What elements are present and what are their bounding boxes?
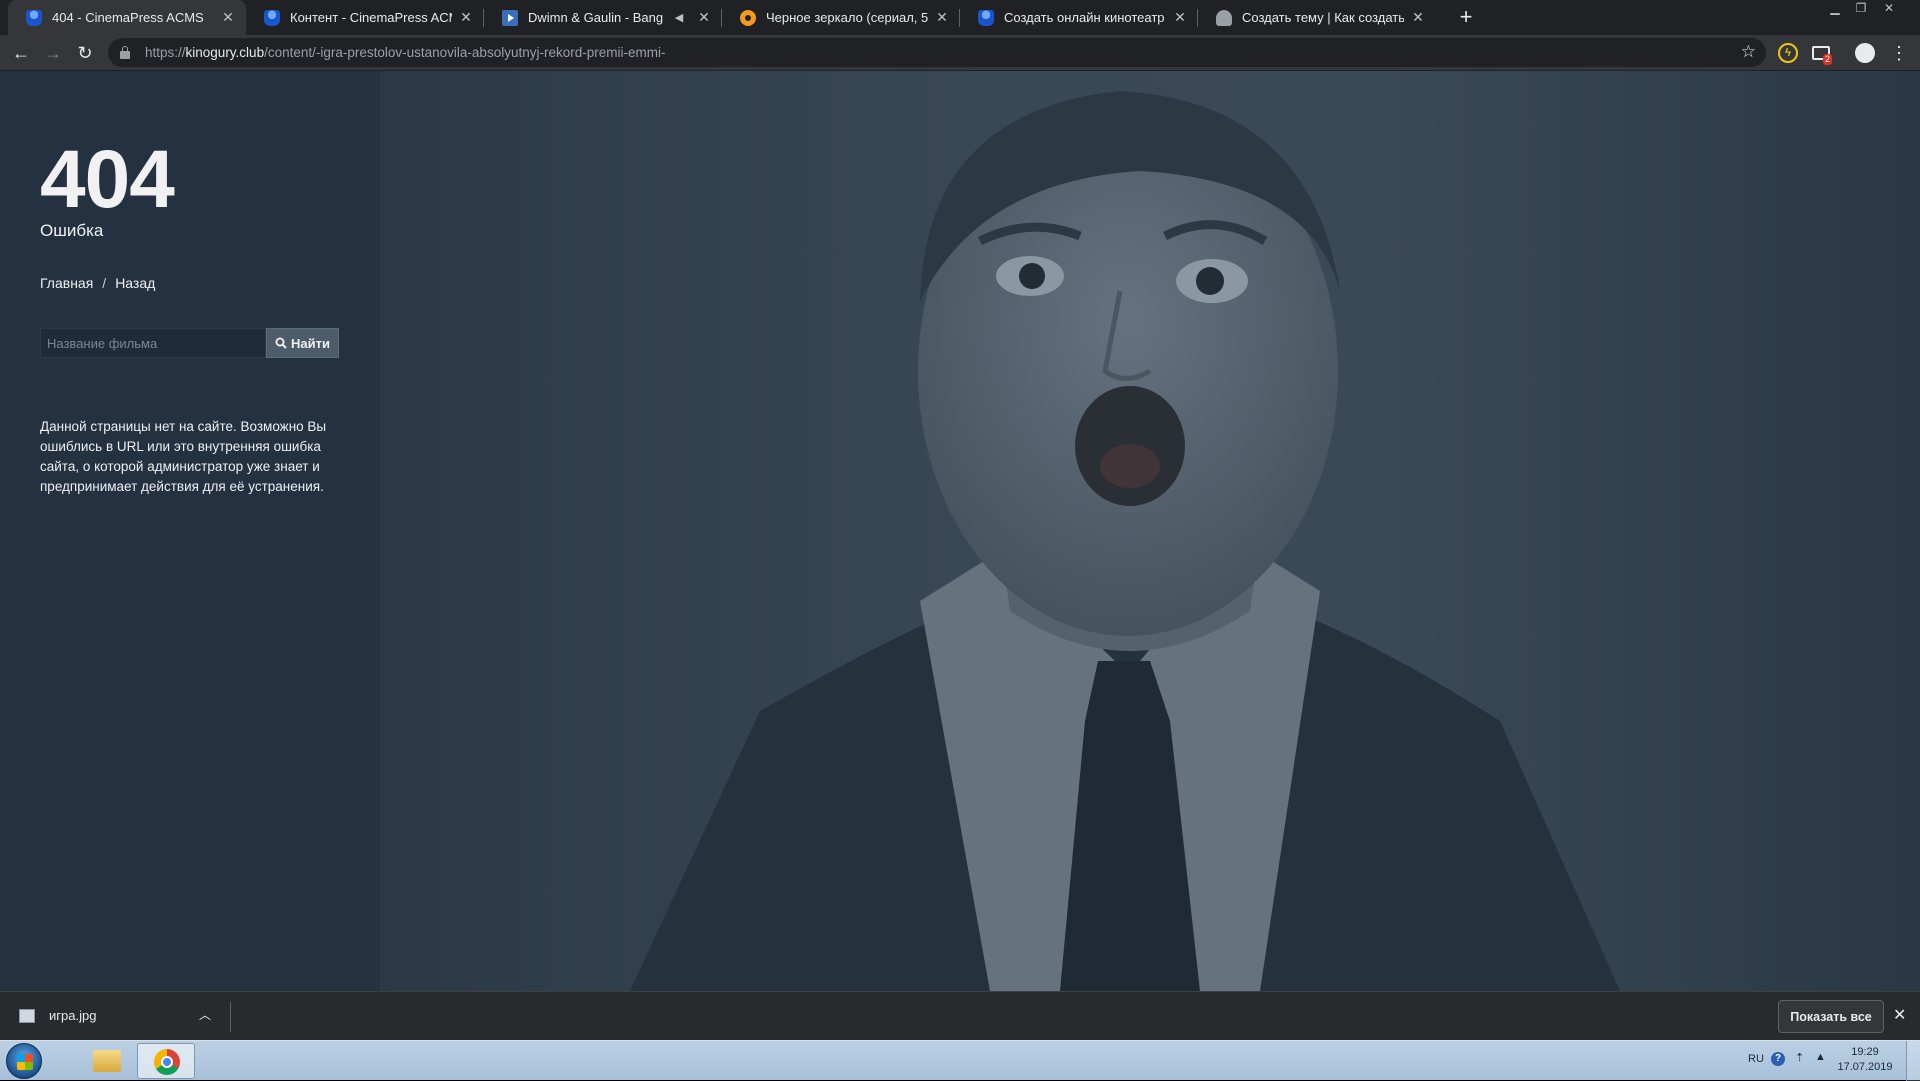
tab-title: Dwimn & Gaulin - Bang bang <box>528 10 666 25</box>
tab-title: Черное зеркало (сериал, 5 сезо <box>766 10 928 25</box>
browser-toolbar: ← → ↻ https://kinogury.club/content/-igr… <box>0 35 1920 71</box>
folder-icon <box>93 1050 121 1072</box>
close-tab-icon[interactable]: ✕ <box>1410 9 1426 26</box>
tab-404-cinemapress[interactable]: 404 - CinemaPress ACMS ✕ <box>8 0 246 35</box>
more-menu-icon[interactable]: ⋮ <box>1890 40 1908 66</box>
close-tab-icon[interactable]: ✕ <box>1172 9 1188 26</box>
home-link[interactable]: Главная <box>40 275 93 291</box>
tab-title: 404 - CinemaPress ACMS <box>52 10 204 25</box>
download-separator <box>230 1002 231 1032</box>
close-tab-icon[interactable]: ✕ <box>934 9 950 26</box>
database-icon <box>264 9 280 26</box>
breadcrumb-separator: / <box>102 275 107 291</box>
clock-time[interactable]: 19:29 <box>1835 1046 1895 1058</box>
download-file-name[interactable]: игра.jpg <box>49 1008 96 1023</box>
restore-icon[interactable]: ❐ <box>1848 0 1874 18</box>
close-window-icon[interactable]: ✕ <box>1876 0 1902 18</box>
search-icon <box>275 337 287 349</box>
tab-dwimn-gaulin[interactable]: Dwimn & Gaulin - Bang bang ◀︎ ✕ <box>484 0 722 35</box>
database-icon <box>26 9 42 26</box>
tab-black-mirror[interactable]: Черное зеркало (сериал, 5 сезо ✕ <box>722 0 960 35</box>
download-bar: игра.jpg ︿ Показать все ✕ <box>0 991 1920 1040</box>
video-play-icon <box>502 9 518 26</box>
back-arrow-icon[interactable]: ← <box>8 40 34 66</box>
close-tab-icon[interactable]: ✕ <box>696 9 712 26</box>
error-label: Ошибка <box>40 221 104 240</box>
address-bar[interactable]: https://kinogury.club/content/-igra-pres… <box>108 38 1766 67</box>
search-button-label: Найти <box>291 335 330 351</box>
tab-title: Контент - CinemaPress ACMS <box>290 10 452 25</box>
reload-icon[interactable]: ↻ <box>72 40 98 66</box>
extension-badge: 2 <box>1823 54 1833 65</box>
help-icon[interactable]: ? <box>1771 1052 1785 1066</box>
url-text[interactable]: https://kinogury.club/content/-igra-pres… <box>145 45 665 60</box>
minimize-icon[interactable]: ▁ <box>1822 0 1848 18</box>
tab-create-theme[interactable]: Создать тему | Как создать авто ✕ <box>1198 0 1436 35</box>
radiation-icon <box>740 9 756 26</box>
background-photo <box>380 71 1920 991</box>
url-path: /content/-igra-prestolov-ustanovila-abso… <box>264 45 666 60</box>
tab-title: Создать тему | Как создать авто <box>1242 10 1404 25</box>
movie-search-input[interactable] <box>40 328 266 358</box>
bookmark-star-icon[interactable]: ☆ <box>1741 42 1756 62</box>
speaker-icon[interactable]: ◀︎ <box>672 11 686 24</box>
image-file-icon[interactable] <box>19 1009 35 1023</box>
tab-create-cinema[interactable]: Создать онлайн кинотеатр фил ✕ <box>960 0 1198 35</box>
back-link[interactable]: Назад <box>115 275 155 291</box>
tab-content-cinemapress[interactable]: Контент - CinemaPress ACMS ✕ <box>246 0 484 35</box>
start-button[interactable] <box>6 1043 42 1079</box>
page-content: 404 Ошибка Главная / Назад Найти Данной ст… <box>0 71 1920 991</box>
close-tab-icon[interactable]: ✕ <box>220 9 236 26</box>
error-sidebar: 404 Ошибка Главная / Назад Найти Данной ст… <box>0 71 380 991</box>
close-icon[interactable]: ✕ <box>1893 1005 1906 1025</box>
lightning-extension-icon[interactable]: ϟ <box>1778 43 1798 63</box>
man-photo-illustration <box>630 91 1620 991</box>
explorer-taskbar-button[interactable] <box>78 1043 136 1079</box>
chevron-up-icon[interactable]: ︿ <box>199 1006 211 1023</box>
windows-taskbar: RU ? ⇡ ▲ 19:29 17.07.2019 <box>0 1040 1920 1081</box>
chrome-icon <box>154 1049 180 1075</box>
new-tab-button[interactable]: + <box>1453 4 1479 30</box>
tab-strip: 404 - CinemaPress ACMS ✕ Контент - Cinem… <box>0 0 1920 35</box>
close-tab-icon[interactable]: ✕ <box>458 9 474 26</box>
robot-icon <box>1216 9 1232 26</box>
show-all-downloads-button[interactable]: Показать все <box>1778 1000 1884 1033</box>
show-desktop-button[interactable] <box>1906 1041 1920 1081</box>
chrome-taskbar-button[interactable] <box>137 1043 195 1079</box>
network-icon[interactable]: ⇡ <box>1795 1051 1804 1064</box>
lock-icon[interactable] <box>120 45 130 59</box>
breadcrumb: Главная / Назад <box>40 275 155 291</box>
url-host: kinogury.club <box>185 45 265 60</box>
language-indicator[interactable]: RU <box>1748 1053 1764 1065</box>
tray-expand-icon[interactable]: ▲ <box>1815 1051 1826 1063</box>
clock-date[interactable]: 17.07.2019 <box>1835 1061 1895 1073</box>
tab-title: Создать онлайн кинотеатр фил <box>1004 10 1166 25</box>
search-button[interactable]: Найти <box>266 328 339 358</box>
profile-avatar[interactable] <box>1855 43 1875 63</box>
url-scheme: https:// <box>145 45 186 60</box>
forward-arrow-icon[interactable]: → <box>40 40 66 66</box>
database-icon <box>978 9 994 26</box>
windows-logo-icon <box>17 1054 33 1070</box>
error-description: Данной страницы нет на сайте. Возможно В… <box>40 419 327 494</box>
error-code: 404 <box>40 134 175 225</box>
